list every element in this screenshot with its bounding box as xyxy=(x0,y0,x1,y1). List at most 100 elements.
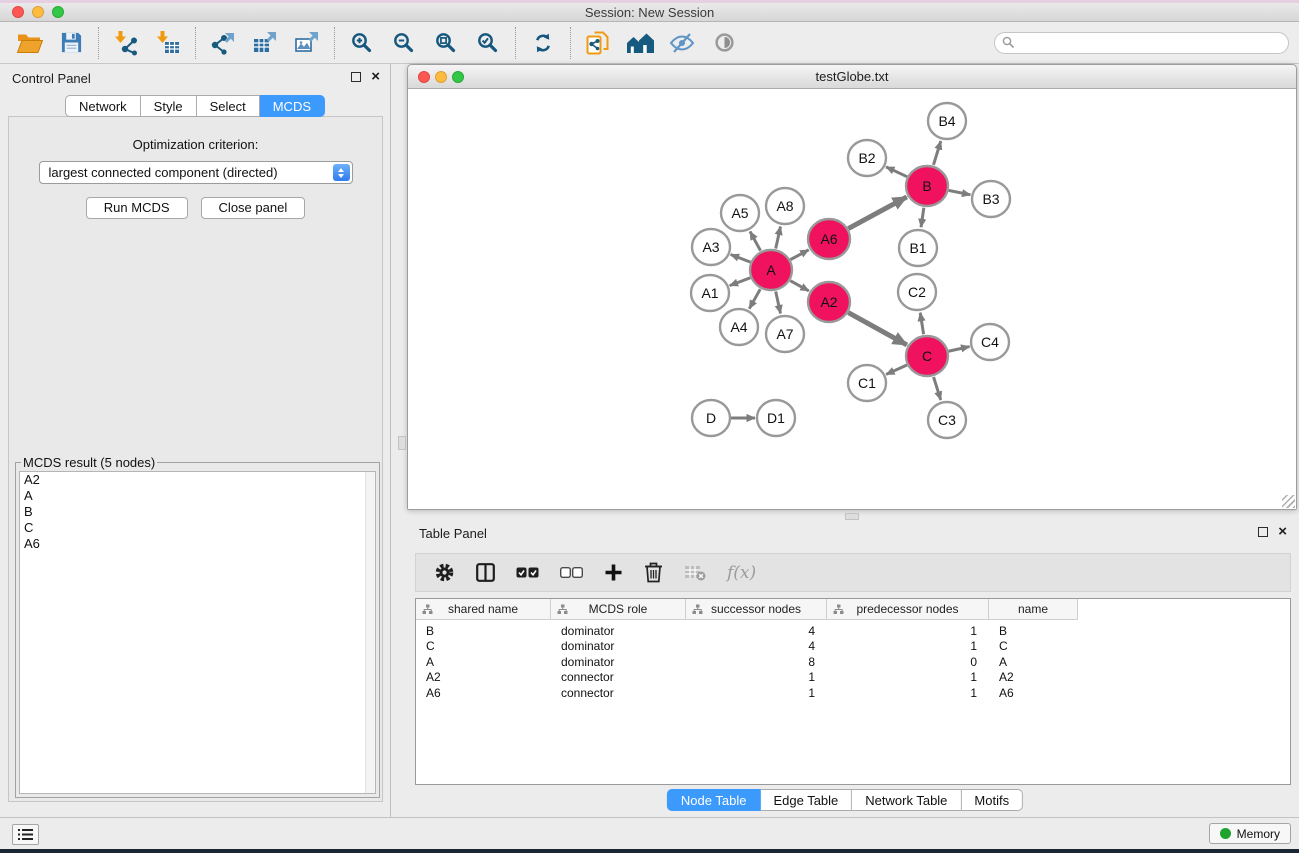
graph-edge[interactable] xyxy=(920,313,923,335)
trash-icon xyxy=(644,562,663,583)
save-session-button[interactable] xyxy=(50,25,92,61)
table-row[interactable]: Cdominator41C xyxy=(416,639,1290,655)
zoom-in-button[interactable] xyxy=(341,25,383,61)
column-header[interactable]: shared name xyxy=(416,599,551,620)
show-all-button[interactable] xyxy=(703,25,745,61)
zoom-selected-button[interactable] xyxy=(467,25,509,61)
table-row[interactable]: Adominator80A xyxy=(416,654,1290,670)
graph-edge[interactable] xyxy=(750,231,760,250)
float-panel-icon[interactable] xyxy=(351,72,361,82)
mcds-result-item[interactable]: B xyxy=(20,504,375,520)
task-history-button[interactable] xyxy=(12,824,39,845)
network-traffic-lights xyxy=(418,71,464,83)
search-input[interactable] xyxy=(994,32,1289,54)
duplicate-network-icon xyxy=(585,30,611,56)
export-table-button[interactable] xyxy=(244,25,286,61)
first-neighbors-button[interactable] xyxy=(619,25,661,61)
export-network-icon xyxy=(210,30,236,56)
column-visibility-button[interactable] xyxy=(476,563,495,582)
select-all-button[interactable] xyxy=(516,567,539,579)
graph-edge[interactable] xyxy=(921,208,924,227)
tab-select[interactable]: Select xyxy=(197,95,260,117)
splitter-grip-horizontal[interactable] xyxy=(845,513,859,520)
delete-row-button[interactable] xyxy=(644,562,663,583)
network-close-button[interactable] xyxy=(418,71,430,83)
zoom-fit-button[interactable] xyxy=(425,25,467,61)
column-header[interactable]: successor nodes xyxy=(686,599,827,620)
import-network-button[interactable] xyxy=(105,25,147,61)
column-header[interactable]: predecessor nodes xyxy=(827,599,989,620)
graph-edge[interactable] xyxy=(848,313,907,345)
tab-style[interactable]: Style xyxy=(141,95,197,117)
close-panel-button[interactable]: Close panel xyxy=(201,197,306,219)
function-builder-button[interactable]: f(x) xyxy=(727,563,756,583)
gear-icon xyxy=(434,562,455,583)
close-window-button[interactable] xyxy=(12,6,24,18)
table-row[interactable]: A6connector11A6 xyxy=(416,685,1290,701)
export-table-icon xyxy=(252,30,278,56)
window-resize-grip[interactable] xyxy=(1282,495,1295,508)
splitter-grip-vertical[interactable] xyxy=(398,436,406,450)
hide-selected-button[interactable] xyxy=(661,25,703,61)
network-minimize-button[interactable] xyxy=(435,71,447,83)
export-image-button[interactable] xyxy=(286,25,328,61)
close-panel-icon[interactable]: × xyxy=(1278,527,1287,537)
maximize-window-button[interactable] xyxy=(52,6,64,18)
import-table-button[interactable] xyxy=(147,25,189,61)
memory-button[interactable]: Memory xyxy=(1209,823,1291,844)
tab-edge-table[interactable]: Edge Table xyxy=(760,789,852,811)
network-maximize-button[interactable] xyxy=(452,71,464,83)
tab-mcds[interactable]: MCDS xyxy=(260,95,325,117)
table-row[interactable]: Bdominator41B xyxy=(416,623,1290,639)
graph-edge[interactable] xyxy=(790,281,809,291)
deselect-all-button[interactable] xyxy=(560,567,583,579)
zoom-out-button[interactable] xyxy=(383,25,425,61)
minimize-window-button[interactable] xyxy=(32,6,44,18)
graph-edge[interactable] xyxy=(886,167,907,177)
tab-network-table[interactable]: Network Table xyxy=(852,789,961,811)
delete-table-icon xyxy=(684,565,706,581)
tab-network[interactable]: Network xyxy=(65,95,141,117)
mcds-result-item[interactable]: C xyxy=(20,520,375,536)
zoom-out-icon xyxy=(392,31,416,55)
graph-edge[interactable] xyxy=(730,278,751,286)
tab-node-table[interactable]: Node Table xyxy=(667,789,761,811)
app-titlebar[interactable]: Session: New Session xyxy=(0,3,1299,22)
mcds-result-item[interactable]: A2 xyxy=(20,472,375,488)
duplicate-network-button[interactable] xyxy=(577,25,619,61)
graph-edge[interactable] xyxy=(776,291,781,313)
graph-edge[interactable] xyxy=(886,365,907,374)
open-session-button[interactable] xyxy=(8,25,50,61)
float-panel-icon[interactable] xyxy=(1258,527,1268,537)
mcds-result-item[interactable]: A xyxy=(20,488,375,504)
tab-motifs[interactable]: Motifs xyxy=(961,789,1023,811)
column-header[interactable]: name xyxy=(989,599,1078,620)
column-header[interactable]: MCDS role xyxy=(551,599,686,620)
table-settings-button[interactable] xyxy=(434,562,455,583)
export-network-button[interactable] xyxy=(202,25,244,61)
graph-edge[interactable] xyxy=(949,190,971,194)
graph-edge[interactable] xyxy=(749,289,760,309)
open-folder-icon xyxy=(16,31,43,54)
run-mcds-button[interactable]: Run MCDS xyxy=(86,197,188,219)
mcds-result-item[interactable]: A6 xyxy=(20,536,375,552)
table-row[interactable]: A2connector11A2 xyxy=(416,670,1290,686)
graph-edge[interactable] xyxy=(848,197,906,229)
close-panel-icon[interactable]: × xyxy=(371,72,380,82)
checked-boxes-icon xyxy=(516,567,539,579)
network-canvas[interactable]: B4B2BB3A8A5A6B1A3AA1C2A2A4A7C4CC1C3DD1 xyxy=(408,90,1296,509)
graph-edge[interactable] xyxy=(934,377,941,400)
graph-edge[interactable] xyxy=(731,255,751,263)
graph-edge[interactable] xyxy=(790,250,808,260)
list-scrollbar[interactable] xyxy=(365,472,375,793)
graph-node-label: C3 xyxy=(938,412,956,428)
graph-edge[interactable] xyxy=(933,141,940,165)
criterion-dropdown[interactable]: largest connected component (directed) xyxy=(39,161,353,184)
delete-table-button[interactable] xyxy=(684,565,706,581)
refresh-button[interactable] xyxy=(522,25,564,61)
graph-edge[interactable] xyxy=(776,227,781,249)
table-panel: Table Panel × f(x) shared nameMCDS roles… xyxy=(391,520,1299,817)
network-window-titlebar[interactable]: testGlobe.txt xyxy=(408,65,1296,89)
add-row-button[interactable] xyxy=(604,563,623,582)
graph-edge[interactable] xyxy=(948,347,969,352)
